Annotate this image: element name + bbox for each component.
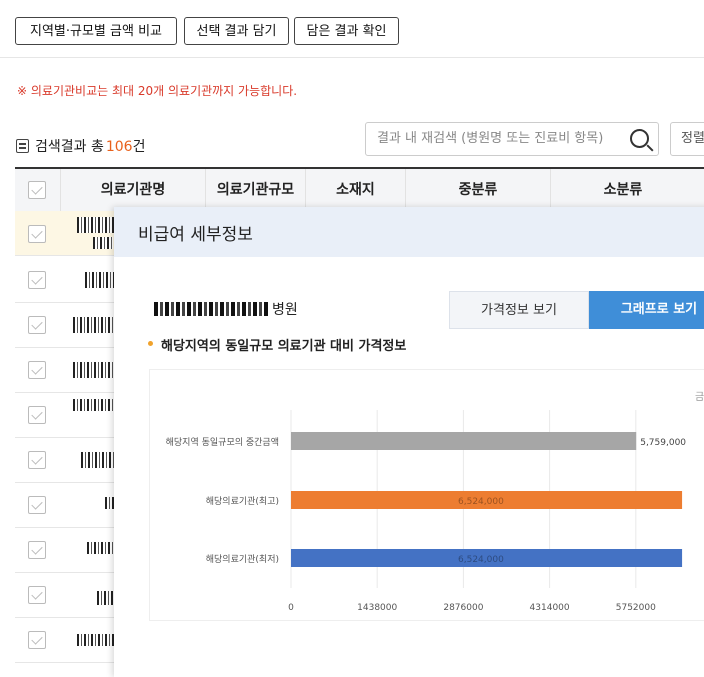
select-all-checkbox[interactable] [28,181,46,199]
detail-modal: 비급여 세부정보 병원 가격정보 보기 그래프로 보기 해당지역의 동일규모 의… [114,207,704,677]
masked-hospital-name [97,591,115,605]
masked-hospital-name [85,272,115,288]
row-checkbox[interactable] [28,225,46,243]
tab-graph[interactable]: 그래프로 보기 [589,291,704,329]
search-input[interactable]: 결과 내 재검색 (병원명 또는 진료비 항목) [365,122,659,156]
table-row[interactable] [15,438,115,483]
search-icon[interactable] [630,129,649,148]
x-tick-4: 5752000 [616,603,656,613]
region-size-compare-button[interactable]: 지역별·규모별 금액 비교 [15,17,177,45]
result-number: 106 [105,139,133,155]
table-row[interactable] [15,618,115,663]
value-label-0: 5,759,000 [640,438,686,448]
row-checkbox[interactable] [28,586,46,604]
row-checkbox[interactable] [28,271,46,289]
chart-subtitle: 해당지역의 동일규모 의료기관 대비 가격정보 [161,339,407,354]
masked-hospital-name [77,217,115,233]
x-tick-1: 1438000 [357,603,397,613]
bullet-dot [148,341,153,346]
value-label-2: 6,524,000 [458,555,504,565]
hospital-suffix: 병원 [272,302,298,318]
category-label-0: 해당지역 동일규모의 중간금액 [166,436,279,448]
x-tick-3: 4314000 [530,603,570,613]
masked-hospital-name [73,362,115,378]
col-location: 소재지 [305,169,405,211]
value-label-1: 6,524,000 [458,497,504,507]
masked-hospital-name [87,542,115,554]
masked-hospital-name [73,399,115,411]
row-checkbox[interactable] [28,496,46,514]
masked-hospital-name [73,317,115,333]
col-hospital-name: 의료기관명 [60,169,205,211]
row-checkbox[interactable] [28,541,46,559]
search-placeholder: 결과 내 재검색 (병원명 또는 진료비 항목) [377,131,604,146]
masked-hospital-name [81,452,115,468]
price-bar-chart: 금 해당지역 동일규모의 중간금액 5,759,000 해당의료기관(최고) 6,52… [166,391,704,613]
hospital-name: 병원 [154,299,298,319]
col-mid-category: 중분류 [405,169,550,211]
table-row[interactable] [15,303,115,348]
x-tick-2: 2876000 [443,603,483,613]
chart-corner-label: 금 [695,391,704,403]
x-tick-0: 0 [288,603,294,613]
masked-hospital-name [93,237,113,249]
row-checkbox[interactable] [28,631,46,649]
row-checkbox[interactable] [28,361,46,379]
category-label-2: 해당의료기관(최저) [206,554,279,565]
modal-header: 비급여 세부정보 [114,207,704,257]
table-row[interactable] [15,258,115,303]
row-checkbox[interactable] [28,451,46,469]
masked-hospital-name [77,634,115,646]
table-row[interactable] [15,348,115,393]
sort-select[interactable]: 정렬 [670,122,704,156]
add-selection-button[interactable]: 선택 결과 담기 [184,17,289,45]
table-row[interactable] [15,483,115,528]
table-row[interactable] [15,573,115,618]
masked-hospital-name [154,302,268,316]
table-row[interactable] [15,211,115,256]
category-label-1: 해당의료기관(최고) [206,496,279,507]
view-selection-button[interactable]: 담은 결과 확인 [294,17,399,45]
table-row[interactable] [15,393,115,438]
row-checkbox[interactable] [28,316,46,334]
bar-0 [291,432,637,450]
divider [0,57,704,58]
tab-price-info[interactable]: 가격정보 보기 [449,291,589,329]
modal-title: 비급여 세부정보 [138,225,253,245]
row-checkbox[interactable] [28,406,46,424]
col-hospital-size: 의료기관규모 [205,169,305,211]
result-prefix: 검색결과 총 [35,139,104,155]
result-suffix: 건 [132,139,146,155]
notice-text: ※ 의료기관비교는 최대 20개 의료기관까지 가능합니다. [17,84,298,98]
chart-container: 금 해당지역 동일규모의 중간금액 5,759,000 해당의료기관(최고) 6,52… [149,369,704,621]
list-icon [16,139,29,153]
col-sub-category: 소분류 [550,169,695,211]
result-count: 검색결과 총 106건 [16,136,145,156]
table-row[interactable] [15,528,115,573]
table-header: 의료기관명 의료기관규모 소재지 중분류 소분류 [15,167,704,211]
